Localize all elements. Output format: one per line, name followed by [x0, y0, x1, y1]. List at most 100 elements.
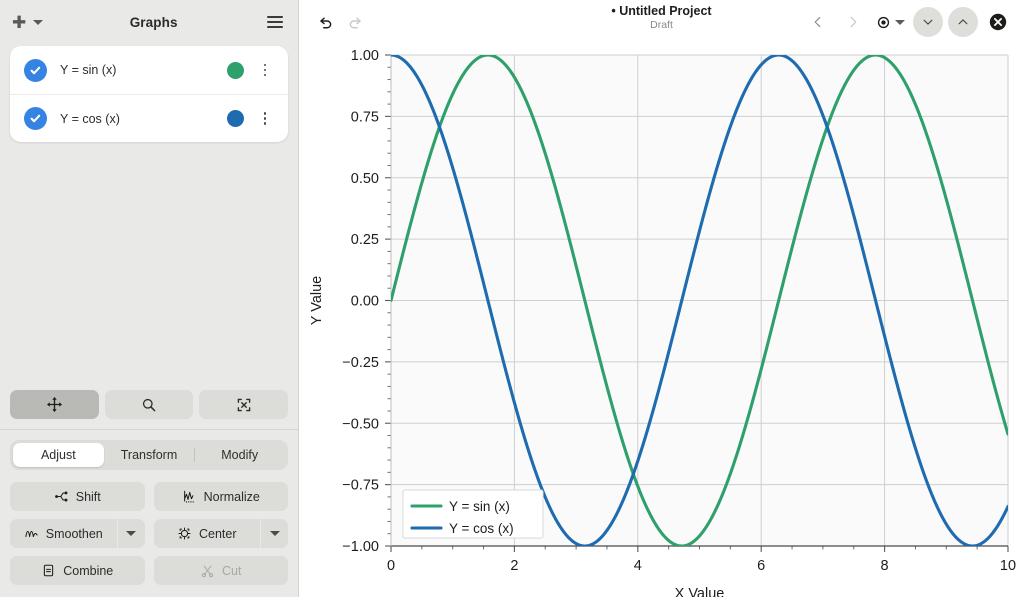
- next-button[interactable]: [838, 7, 868, 37]
- checkmark-icon: [30, 114, 41, 123]
- graph-visibility-checkbox[interactable]: [24, 107, 47, 130]
- combine-button[interactable]: Combine: [10, 556, 145, 585]
- tab-transform[interactable]: Transform: [104, 443, 195, 467]
- chevron-down-icon: [895, 19, 905, 25]
- y-tick-label: −1.00: [342, 539, 379, 555]
- tab-modify[interactable]: Modify: [194, 443, 285, 467]
- x-tick-label: 8: [881, 558, 889, 574]
- move-arrows-icon: [46, 397, 62, 412]
- prev-button[interactable]: [803, 7, 833, 37]
- sidebar-title: Graphs: [129, 14, 178, 30]
- kebab-menu-icon[interactable]: [254, 112, 276, 125]
- kebab-menu-icon[interactable]: [254, 63, 276, 77]
- plus-icon: ✚: [12, 12, 27, 32]
- redo-arrow-icon: [349, 17, 361, 28]
- header-actions: [803, 7, 1013, 37]
- center-label: Center: [198, 526, 237, 541]
- undo-arrow-icon: [319, 17, 331, 28]
- normalize-icon: [182, 489, 197, 504]
- tab-adjust-label: Adjust: [40, 448, 76, 462]
- combine-label: Combine: [63, 563, 114, 578]
- chart-legend: Y = sin (x) Y = cos (x): [402, 489, 544, 539]
- legend-label: Y = cos (x): [449, 521, 514, 536]
- chevron-up-icon: [958, 19, 968, 25]
- shift-label: Shift: [75, 489, 101, 504]
- smoothen-split-button: Smoothen: [10, 519, 145, 548]
- tab-transform-label: Transform: [120, 448, 178, 462]
- smoothen-dropdown-button[interactable]: [117, 519, 145, 548]
- smoothen-button[interactable]: Smoothen: [10, 519, 117, 548]
- magnifier-icon: [142, 398, 156, 411]
- graph-label: Y = cos (x): [60, 111, 120, 126]
- list-item[interactable]: Y = cos (x): [10, 94, 288, 142]
- cut-label: Cut: [222, 563, 242, 578]
- x-tick-label: 4: [634, 558, 642, 574]
- collapse-button[interactable]: [913, 7, 943, 37]
- smoothen-label: Smoothen: [45, 526, 103, 541]
- tool-panel: Adjust Transform Modify Shift Normalize …: [0, 430, 298, 597]
- center-icon: [177, 526, 192, 541]
- combine-icon: [41, 563, 56, 578]
- center-split-button: Center: [153, 519, 288, 548]
- y-tick-label: −0.25: [342, 355, 379, 371]
- add-graph-button[interactable]: ✚: [12, 12, 44, 32]
- tab-adjust[interactable]: Adjust: [13, 443, 104, 467]
- shift-button[interactable]: Shift: [10, 482, 145, 511]
- tab-modify-label: Modify: [221, 448, 259, 462]
- app-window: ✚ Graphs Y = sin (x) Y = cos (x) Adjust …: [0, 0, 1024, 597]
- expand-button[interactable]: [948, 7, 978, 37]
- y-tick-label: 1.00: [351, 48, 379, 64]
- tool-tabs: Adjust Transform Modify: [10, 440, 288, 470]
- x-axis-label: X Value: [675, 586, 725, 597]
- x-tick-label: 10: [1000, 558, 1016, 574]
- chevron-down-icon: [269, 531, 280, 536]
- plot-canvas[interactable]: 0 2 4 6 8 10 1.00 0.75 0.50 0.25 0.00 −0.25 −0.50 −0.…: [299, 44, 1024, 597]
- redo-button: [340, 7, 370, 37]
- undo-button[interactable]: [310, 7, 340, 37]
- zoom-mode-button[interactable]: [104, 390, 194, 419]
- y-axis-label: Y Value: [309, 276, 325, 325]
- sidebar: ✚ Graphs Y = sin (x) Y = cos (x) Adjust …: [0, 0, 299, 597]
- graph-color-swatch[interactable]: [227, 61, 244, 79]
- action-button-grid: Shift Normalize Smoothen Center Combine …: [10, 482, 288, 585]
- chevron-right-icon: [850, 16, 857, 28]
- checkmark-icon: [30, 66, 41, 74]
- normalize-label: Normalize: [203, 489, 260, 504]
- y-tick-label: −0.75: [342, 478, 379, 494]
- eye-target-icon: [877, 16, 890, 28]
- y-tick-label: 0.25: [351, 232, 379, 248]
- normalize-button[interactable]: Normalize: [153, 482, 288, 511]
- mode-button-group: [0, 390, 298, 429]
- graph-list: Y = sin (x) Y = cos (x): [10, 46, 288, 142]
- y-tick-label: 0.50: [351, 171, 379, 187]
- graph-visibility-checkbox[interactable]: [24, 58, 47, 82]
- select-mode-button[interactable]: [199, 390, 289, 419]
- chart-area[interactable]: 0 2 4 6 8 10 1.00 0.75 0.50 0.25 0.00 −0.25 −0.50 −0.…: [299, 44, 1024, 597]
- center-dropdown-button[interactable]: [261, 519, 288, 548]
- select-region-icon: [237, 398, 250, 411]
- cut-button: Cut: [153, 556, 288, 585]
- close-button[interactable]: [983, 7, 1013, 37]
- scissors-icon: [200, 563, 215, 578]
- close-circle-icon: [989, 13, 1007, 31]
- main-panel: • Untitled Project Draft 0 2 4 6 8 10 1.…: [299, 0, 1024, 597]
- x-tick-label: 6: [757, 558, 765, 574]
- y-tick-label: 0.75: [351, 109, 379, 125]
- pan-mode-button[interactable]: [10, 390, 99, 419]
- hamburger-menu-icon[interactable]: [264, 13, 286, 31]
- list-item[interactable]: Y = sin (x): [10, 46, 288, 94]
- chevron-left-icon: [814, 16, 821, 28]
- chevron-down-icon: [126, 531, 136, 536]
- chevron-down-icon: [33, 19, 44, 25]
- smoothen-icon: [24, 526, 39, 541]
- chevron-down-icon: [923, 19, 933, 25]
- center-button[interactable]: Center: [153, 519, 260, 548]
- graph-label: Y = sin (x): [60, 63, 117, 77]
- x-tick-label: 0: [387, 558, 395, 574]
- x-tick-label: 2: [510, 558, 518, 574]
- y-tick-label: −0.50: [342, 416, 379, 432]
- sidebar-header: ✚ Graphs: [0, 0, 298, 44]
- graph-color-swatch[interactable]: [227, 110, 244, 127]
- view-options-button[interactable]: [873, 15, 908, 30]
